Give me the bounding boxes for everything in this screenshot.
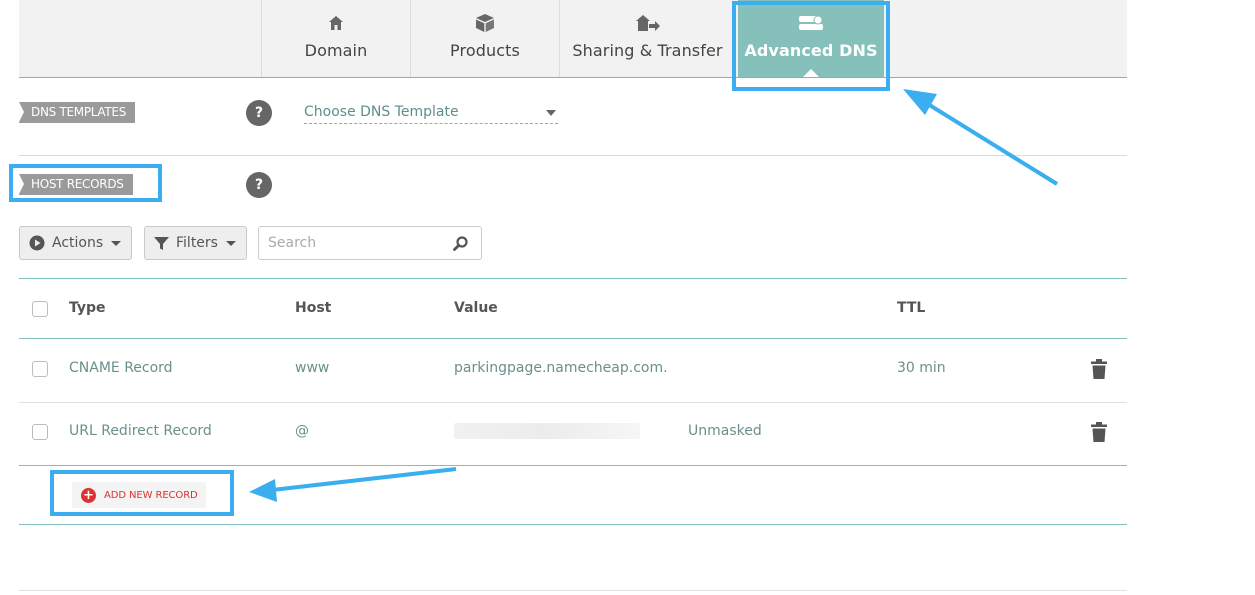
annotation-arrows xyxy=(249,89,1059,502)
arrow-to-advanced-dns xyxy=(903,89,1059,186)
arrow-to-add-record xyxy=(249,467,457,502)
